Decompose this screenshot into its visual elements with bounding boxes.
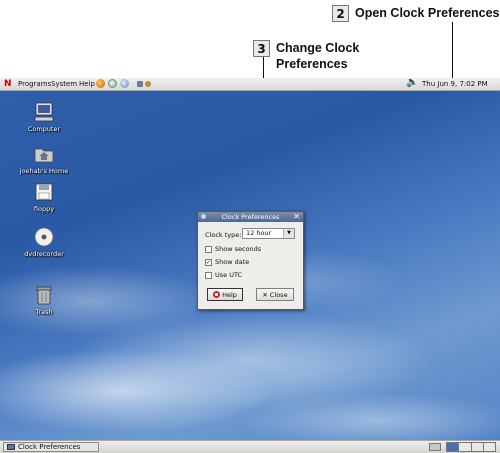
terminal-launcher-icon[interactable] bbox=[137, 81, 143, 87]
use-utc-option[interactable]: Use UTC bbox=[205, 271, 242, 279]
workspace-switcher[interactable] bbox=[446, 442, 496, 452]
close-button[interactable]: ✕ Close bbox=[256, 288, 294, 301]
desktop-icon-label: Trash bbox=[35, 308, 53, 316]
callout-text-3: Change Clock Preferences bbox=[276, 41, 360, 71]
desktop-icon-trash[interactable]: Trash bbox=[12, 284, 76, 316]
desktop-icon-label: joehab's Home bbox=[19, 167, 69, 175]
menu-programs[interactable]: Programs bbox=[18, 80, 51, 89]
dialog-title: Clock Preferences bbox=[221, 213, 280, 221]
leader-line-2 bbox=[452, 22, 453, 82]
window-icon bbox=[7, 444, 15, 450]
clock-type-row: Clock type: bbox=[205, 231, 241, 239]
workspace-1[interactable] bbox=[447, 443, 460, 451]
panel-clock[interactable]: Thu Jun 9, 7:02 PM bbox=[422, 80, 488, 89]
workspace-4[interactable] bbox=[484, 443, 495, 451]
dvd-icon bbox=[33, 226, 55, 248]
callout-change-clock-preferences: 3 Change Clock Preferences bbox=[253, 40, 368, 72]
help-icon bbox=[213, 291, 221, 298]
fedora-logo-icon[interactable]: N bbox=[4, 79, 12, 89]
menu-system[interactable]: System bbox=[51, 80, 77, 89]
menu-help[interactable]: Help bbox=[79, 80, 95, 89]
step-number-2: 2 bbox=[332, 5, 349, 22]
chevron-down-icon[interactable]: ▼ bbox=[283, 229, 294, 238]
show-seconds-option[interactable]: Show seconds bbox=[205, 245, 261, 253]
desktop-icon-dvdrecorder[interactable]: dvdrecorder bbox=[12, 226, 76, 258]
desktop-icon-computer[interactable]: Computer bbox=[12, 101, 76, 133]
close-button-icon: ✕ bbox=[262, 290, 268, 299]
show-desktop-icon[interactable] bbox=[429, 443, 441, 451]
floppy-icon bbox=[33, 181, 55, 203]
desktop-icon-home[interactable]: joehab's Home bbox=[12, 143, 76, 175]
top-panel: N Programs System Help 🔈 Thu Jun 9, 7:02… bbox=[0, 78, 500, 91]
help-button-label: Help bbox=[222, 290, 237, 299]
desktop-icon-floppy[interactable]: floppy bbox=[12, 181, 76, 213]
desktop-icon-label: dvdrecorder bbox=[24, 250, 64, 258]
show-date-label: Show date bbox=[215, 258, 250, 266]
volume-icon[interactable]: 🔈 bbox=[406, 78, 418, 88]
workspace-3[interactable] bbox=[472, 443, 484, 451]
close-button-label: Close bbox=[269, 290, 288, 299]
bottom-panel: Clock Preferences bbox=[0, 440, 500, 453]
show-date-checkbox[interactable]: ✓ bbox=[205, 258, 212, 266]
close-icon[interactable]: ✕ bbox=[293, 212, 300, 222]
step-number-3: 3 bbox=[253, 40, 270, 57]
callout-text-2: Open Clock Preferences bbox=[355, 6, 500, 20]
office-launcher-icon[interactable] bbox=[120, 79, 129, 88]
use-utc-checkbox[interactable] bbox=[205, 271, 212, 279]
callout-open-clock-preferences: 2 Open Clock Preferences bbox=[332, 5, 500, 22]
computer-icon bbox=[33, 101, 55, 123]
desktop-icon-label: floppy bbox=[33, 205, 55, 213]
clock-type-value: 12 hour bbox=[246, 229, 272, 237]
home-folder-icon bbox=[33, 143, 55, 165]
clock-type-select[interactable]: 12 hour ▼ bbox=[242, 228, 295, 239]
clock-type-label: Clock type: bbox=[205, 231, 242, 239]
show-seconds-checkbox[interactable] bbox=[205, 245, 212, 253]
email-launcher-icon[interactable] bbox=[108, 79, 117, 88]
help-button[interactable]: Help bbox=[207, 288, 243, 301]
workspace-2[interactable] bbox=[459, 443, 472, 451]
trash-icon bbox=[33, 284, 55, 306]
taskbar-button-clock-preferences[interactable]: Clock Preferences bbox=[3, 442, 99, 452]
use-utc-label: Use UTC bbox=[215, 271, 243, 279]
show-seconds-label: Show seconds bbox=[215, 245, 262, 253]
dialog-titlebar[interactable]: Clock Preferences ✕ bbox=[198, 212, 303, 222]
network-launcher-icon[interactable] bbox=[145, 81, 151, 87]
taskbar-button-label: Clock Preferences bbox=[18, 443, 81, 451]
desktop-icon-label: Computer bbox=[27, 125, 61, 133]
show-date-option[interactable]: ✓ Show date bbox=[205, 258, 249, 266]
browser-launcher-icon[interactable] bbox=[96, 79, 105, 88]
clock-preferences-dialog: Clock Preferences ✕ Clock type: 12 hour … bbox=[197, 211, 304, 310]
